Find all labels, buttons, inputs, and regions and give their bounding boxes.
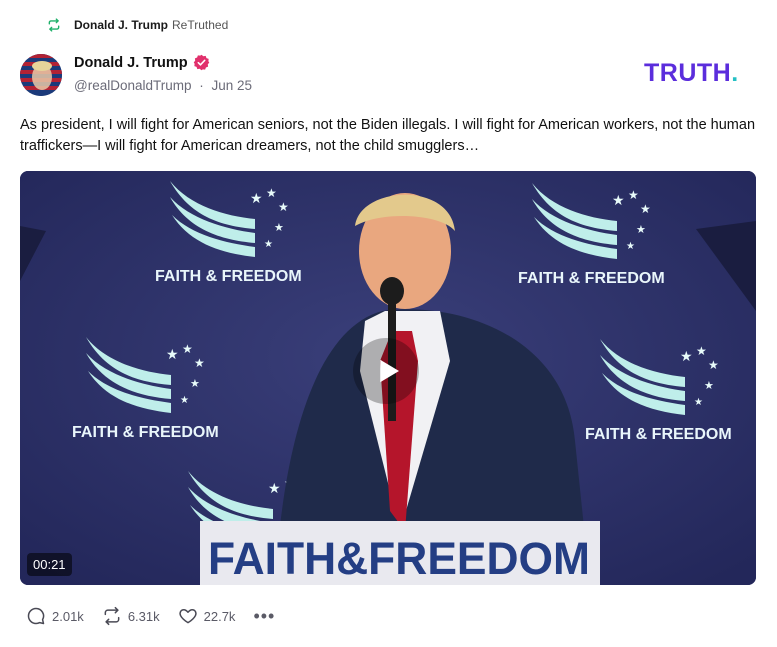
reply-count: 2.01k xyxy=(52,608,84,624)
post-text: As president, I will fight for American … xyxy=(20,117,756,154)
like-count: 22.7k xyxy=(203,608,236,624)
author-name[interactable]: Donald J. Trump xyxy=(74,55,188,71)
retruth-count: 6.31k xyxy=(127,608,160,624)
reply-button[interactable]: 2.01k xyxy=(26,606,84,626)
post-header: Donald J. Trump @realDonaldTrump · Jun 2… xyxy=(20,54,252,96)
retruth-label: ReTruthed xyxy=(172,18,229,32)
video-duration: 00:21 xyxy=(27,553,72,576)
truth-logo-dot: . xyxy=(731,59,739,87)
svg-text:FAITH & FREEDOM: FAITH & FREEDOM xyxy=(585,426,732,443)
play-icon xyxy=(379,359,399,383)
svg-text:FAITH & FREEDOM: FAITH & FREEDOM xyxy=(72,424,219,441)
podium-banner: FAITH&FREEDOM xyxy=(208,533,590,584)
post-date[interactable]: Jun 25 xyxy=(212,78,253,93)
post-actions: 2.01k 6.31k 22.7k ••• xyxy=(26,606,275,626)
retruth-button[interactable]: 6.31k xyxy=(102,606,160,626)
svg-text:FAITH & FREEDOM: FAITH & FREEDOM xyxy=(155,268,302,285)
retruth-indicator: Donald J. Trump ReTruthed xyxy=(47,18,228,32)
verified-badge-icon xyxy=(193,54,209,71)
truth-logo[interactable]: TRUTH. xyxy=(644,59,739,88)
reply-icon xyxy=(27,607,45,625)
retruth-author[interactable]: Donald J. Trump xyxy=(74,18,168,32)
play-button[interactable] xyxy=(353,338,419,404)
video-player[interactable]: ★ ★ ★ ★ ★ FAITH & FREEDOM FAITH & FREEDO… xyxy=(20,171,756,585)
avatar[interactable] xyxy=(20,54,62,96)
meta-separator: · xyxy=(199,78,204,93)
svg-text:FAITH & FREEDOM: FAITH & FREEDOM xyxy=(518,270,665,287)
author-handle[interactable]: @realDonaldTrump xyxy=(74,78,192,93)
more-options-icon[interactable]: ••• xyxy=(253,607,275,625)
retruth-icon xyxy=(104,606,120,626)
retruth-icon xyxy=(48,18,60,32)
truth-logo-text: TRUTH xyxy=(644,59,732,87)
like-button[interactable]: 22.7k xyxy=(178,606,236,626)
heart-icon xyxy=(178,609,197,624)
